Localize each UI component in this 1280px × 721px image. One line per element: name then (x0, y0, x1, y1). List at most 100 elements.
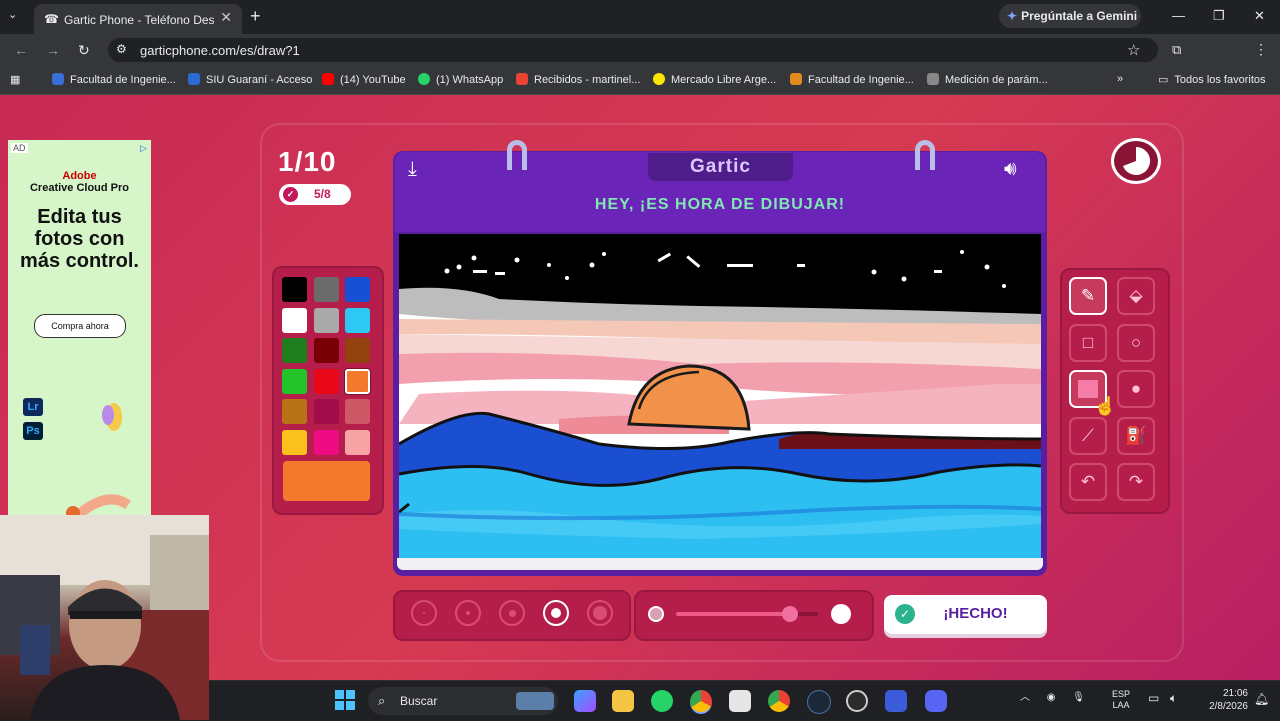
color-swatch[interactable] (314, 399, 339, 424)
fill-bucket-tool[interactable]: ⛽ (1117, 417, 1155, 455)
close-window-icon[interactable]: ✕ (1254, 8, 1265, 24)
chrome-icon[interactable] (690, 690, 712, 714)
color-swatch[interactable] (282, 338, 307, 363)
discord-icon[interactable] (925, 690, 947, 712)
pencil-tool[interactable]: ✎ (1069, 277, 1107, 315)
brush-size-button[interactable] (587, 600, 613, 626)
color-swatch[interactable] (314, 430, 339, 455)
color-swatch[interactable] (345, 308, 370, 333)
color-swatch[interactable] (345, 430, 370, 455)
adchoices-icon[interactable]: ▷ (140, 143, 147, 154)
bookmark-star-icon[interactable]: ☆ (1127, 41, 1140, 59)
app-icon[interactable] (729, 690, 751, 712)
color-swatch[interactable] (314, 369, 339, 394)
copilot-icon[interactable] (574, 690, 596, 712)
forward-icon[interactable]: → (46, 42, 60, 58)
taskbar-search[interactable]: ⌕ Buscar (368, 687, 558, 715)
color-swatch[interactable] (345, 338, 370, 363)
system-tray[interactable]: ︿ ◉ 🎙︎ (1020, 688, 1085, 703)
browser-tab[interactable]: ☎ Gartic Phone - Teléfono Descon ✕ (34, 4, 242, 34)
more-bookmarks-icon[interactable]: » (1117, 73, 1123, 85)
reload-icon[interactable]: ↻ (78, 42, 90, 59)
gemini-label: Pregúntale a Gemini (1021, 9, 1138, 23)
discord-tray-icon[interactable]: ◉ (1047, 692, 1056, 703)
brush-size-button[interactable] (411, 600, 437, 626)
redo-tool[interactable]: ↷ (1117, 463, 1155, 501)
brush-size-button[interactable] (543, 600, 569, 626)
keyboard-layout: LAA (1112, 700, 1130, 710)
color-swatch[interactable] (282, 399, 307, 424)
bookmark-item[interactable]: Recibidos - martinel... (516, 73, 640, 86)
color-swatch[interactable] (282, 369, 307, 394)
opacity-slider-handle[interactable] (782, 606, 798, 622)
site-info-icon[interactable]: ⚙ (116, 42, 127, 56)
color-swatch[interactable] (345, 369, 370, 394)
steam-icon[interactable] (807, 690, 831, 714)
brush-size-button[interactable] (455, 600, 481, 626)
minimize-window-icon[interactable]: — (1172, 8, 1185, 23)
speaker-icon[interactable]: 🔈︎ (1170, 691, 1177, 706)
done-button[interactable]: ✓ ¡HECHO! (884, 595, 1047, 634)
adobe-ad[interactable]: AD ▷ Adobe Creative Cloud Pro Edita tus … (8, 140, 151, 560)
check-icon: ✓ (283, 187, 298, 202)
volume-icon[interactable]: 🔊︎ (1004, 158, 1017, 181)
ad-cta-button[interactable]: Compra ahora (34, 314, 126, 338)
windows-start-icon[interactable] (335, 690, 355, 710)
undo-tool[interactable]: ↶ (1069, 463, 1107, 501)
show-hidden-icons-icon[interactable]: ︿ (1020, 692, 1030, 703)
ad-tag: AD (11, 143, 28, 153)
drawing-canvas[interactable] (399, 234, 1041, 558)
bookmark-item[interactable]: Medición de parám... (927, 73, 1048, 86)
color-swatch[interactable] (314, 338, 339, 363)
bookmark-item[interactable]: Mercado Libre Arge... (653, 73, 776, 86)
color-swatch[interactable] (282, 430, 307, 455)
restore-window-icon[interactable]: ❐ (1213, 8, 1225, 24)
gmail-icon (516, 73, 528, 85)
whatsapp-taskbar-icon[interactable] (651, 690, 673, 712)
bookmark-item[interactable]: (14) YouTube (322, 73, 406, 86)
color-swatch[interactable] (345, 277, 370, 302)
search-placeholder: Buscar (400, 694, 438, 708)
bookmark-item[interactable]: Facultad de Ingenie... (52, 73, 176, 86)
bookmark-label: Facultad de Ingenie... (70, 74, 176, 86)
new-tab-button[interactable]: + (250, 6, 261, 27)
eraser-tool[interactable]: ⬙ (1117, 277, 1155, 315)
url-text[interactable]: garticphone.com/es/draw?1 (140, 43, 300, 58)
back-icon[interactable]: ← (14, 42, 28, 58)
menu-icon[interactable]: ⋮ (1254, 41, 1268, 58)
ellipse-tool[interactable]: ○ (1117, 324, 1155, 362)
bookmark-item[interactable]: (1) WhatsApp (418, 73, 503, 86)
timer-pie (1123, 146, 1151, 175)
apps-icon[interactable]: ▦ (10, 73, 20, 86)
brush-size-button[interactable] (499, 600, 525, 626)
network-icon[interactable]: ▭ (1148, 691, 1159, 705)
color-swatch[interactable] (282, 308, 307, 333)
line-tool[interactable]: ⟋ (1069, 417, 1107, 455)
opacity-max-icon (831, 604, 851, 624)
rectangle-icon: □ (1082, 333, 1094, 352)
editor-icon[interactable] (885, 690, 907, 712)
color-swatch[interactable] (314, 308, 339, 333)
bookmark-item[interactable]: Facultad de Ingenie... (790, 73, 914, 86)
gartic-logo: Gartic (648, 153, 793, 181)
gemini-button[interactable]: ✦ Pregúntale a Gemini (999, 4, 1141, 28)
players-done-badge: ✓ 5/8 (279, 184, 351, 205)
color-swatch[interactable] (314, 277, 339, 302)
file-explorer-icon[interactable] (612, 690, 634, 712)
color-swatch[interactable] (282, 277, 307, 302)
all-bookmarks-button[interactable]: ▭ Todos los favoritos (1158, 73, 1266, 86)
clock[interactable]: 21:06 2/8/2026 (1196, 687, 1248, 713)
tab-search-icon[interactable]: ⌄ (8, 8, 17, 21)
rectangle-tool[interactable]: □ (1069, 324, 1107, 362)
download-icon[interactable]: ⤓ (408, 158, 417, 181)
close-tab-icon[interactable]: ✕ (220, 9, 232, 26)
color-swatch[interactable] (345, 399, 370, 424)
chrome-profile-icon[interactable] (768, 690, 790, 712)
notifications-icon[interactable]: 🔔︎ (1254, 692, 1269, 706)
filled-ellipse-tool[interactable]: ● (1117, 370, 1155, 408)
microphone-icon[interactable]: 🎙︎ (1072, 692, 1085, 703)
bookmark-item[interactable]: SIU Guaraní - Acceso (188, 73, 312, 86)
extensions-icon[interactable]: ⧉ (1172, 42, 1181, 58)
language-indicator[interactable]: ESP LAA (1112, 689, 1130, 711)
github-icon[interactable] (846, 690, 868, 712)
